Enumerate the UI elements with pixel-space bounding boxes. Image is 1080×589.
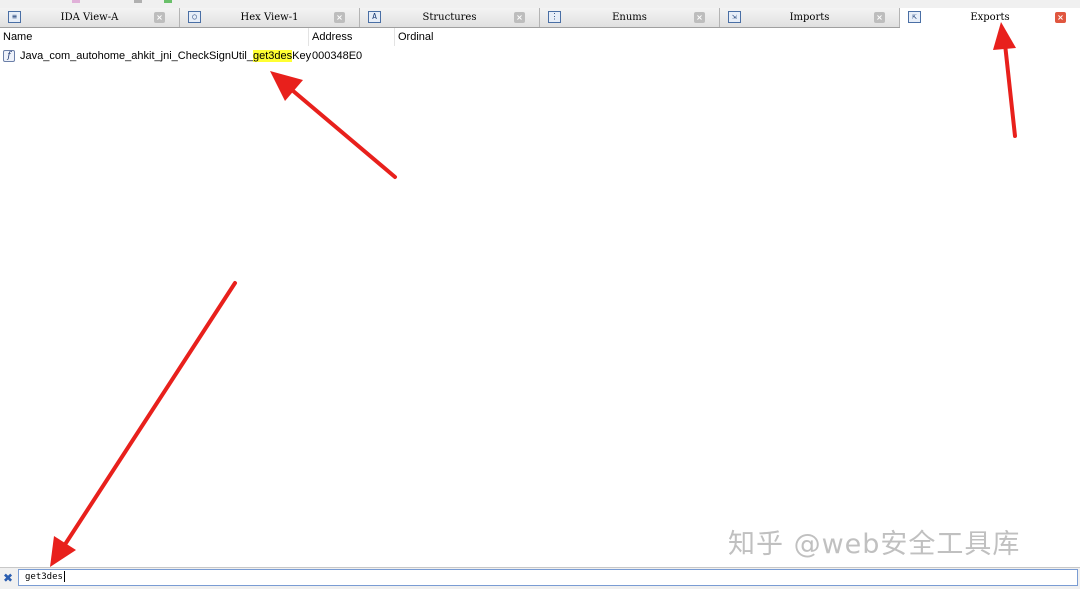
tab-label: IDA View-A	[60, 12, 119, 23]
search-input[interactable]: get3des	[18, 569, 1078, 586]
export-name-suffix: Key	[292, 50, 312, 62]
exports-table: f Java_com_autohome_ahkit_jni_CheckSignU…	[0, 47, 1080, 65]
function-icon: f	[3, 50, 15, 62]
tab-bar: ≡ IDA View-A × ○ Hex View-1 × A Structur…	[0, 8, 1080, 28]
search-value: get3des	[25, 572, 63, 582]
search-match-highlight: get3des	[252, 50, 293, 62]
close-icon[interactable]: ✖	[2, 572, 14, 584]
table-row[interactable]: f Java_com_autohome_ahkit_jni_CheckSignU…	[0, 47, 1080, 65]
tab-label: Structures	[422, 12, 477, 23]
export-address: 000348E0	[312, 50, 363, 62]
close-icon[interactable]: ×	[1055, 12, 1066, 23]
tab-ida-view-a[interactable]: ≡ IDA View-A ×	[0, 8, 180, 27]
tab-imports[interactable]: ⇲ Imports ×	[720, 8, 900, 27]
close-icon[interactable]: ×	[694, 12, 705, 23]
quick-filter-bar: ✖ get3des	[0, 567, 1080, 589]
text-caret	[63, 571, 65, 582]
toolbar-strip	[0, 0, 1080, 8]
toolbar-icon-fragment[interactable]	[72, 0, 80, 3]
tab-label: Hex View-1	[240, 12, 299, 23]
toolbar-icon-fragment[interactable]	[134, 0, 142, 3]
column-address[interactable]: Address	[309, 28, 395, 46]
export-name-prefix: Java_com_autohome_ahkit_jni_CheckSignUti…	[20, 50, 253, 62]
hex-view-icon: ○	[188, 11, 201, 23]
tab-exports[interactable]: ⇱ Exports ×	[900, 8, 1080, 28]
exports-icon: ⇱	[908, 11, 921, 23]
enums-icon: ⋮	[548, 11, 561, 23]
tab-structures[interactable]: A Structures ×	[360, 8, 540, 27]
watermark: 知乎 @web安全工具库	[728, 529, 1021, 560]
arrow-to-search	[50, 281, 237, 567]
tab-label: Imports	[789, 12, 830, 23]
tab-label: Enums	[612, 12, 647, 23]
close-icon[interactable]: ×	[334, 12, 345, 23]
ida-exports-window: ≡ IDA View-A × ○ Hex View-1 × A Structur…	[0, 0, 1080, 589]
structures-icon: A	[368, 11, 381, 23]
tab-label: Exports	[970, 12, 1010, 23]
toolbar-icon-fragment[interactable]	[164, 0, 172, 3]
annotation-arrows	[50, 22, 1017, 567]
export-name: Java_com_autohome_ahkit_jni_CheckSignUti…	[20, 47, 311, 65]
arrow-to-highlight	[270, 71, 397, 179]
column-header: Name Address Ordinal	[0, 28, 1080, 46]
column-ordinal[interactable]: Ordinal	[395, 28, 485, 46]
tab-hex-view-1[interactable]: ○ Hex View-1 ×	[180, 8, 360, 27]
close-icon[interactable]: ×	[514, 12, 525, 23]
ida-view-icon: ≡	[8, 11, 21, 23]
imports-icon: ⇲	[728, 11, 741, 23]
close-icon[interactable]: ×	[154, 12, 165, 23]
column-name[interactable]: Name	[0, 28, 309, 46]
tab-enums[interactable]: ⋮ Enums ×	[540, 8, 720, 27]
close-icon[interactable]: ×	[874, 12, 885, 23]
